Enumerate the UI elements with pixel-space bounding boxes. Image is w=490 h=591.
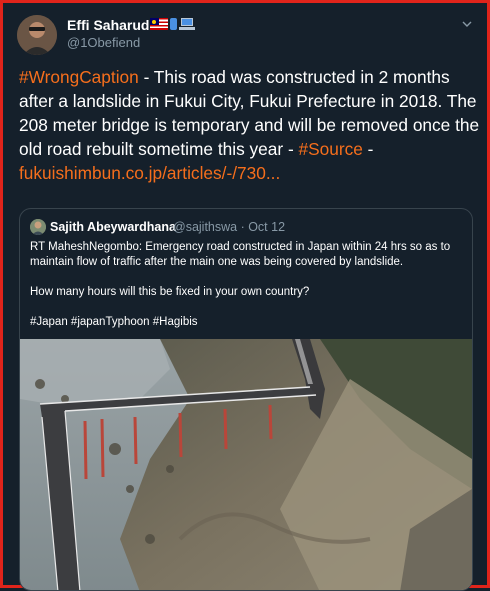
quoted-line-2: How many hours will this be fixed in you…: [30, 286, 310, 298]
author-handle[interactable]: @1Obefiend: [67, 35, 140, 51]
author-name[interactable]: Effi Saharudin: [67, 17, 162, 33]
landslide-road-photo[interactable]: [20, 339, 472, 591]
author-avatar[interactable]: [17, 15, 57, 55]
laptop-icon: [179, 18, 195, 30]
hashtag-source[interactable]: #Source: [299, 139, 363, 159]
mobile-phone-icon: [170, 18, 177, 30]
hashtag-wrongcaption[interactable]: #WrongCaption: [19, 67, 139, 87]
quoted-tweet[interactable]: Sajith Abeywardhana @sajithswa · Oct 12 …: [19, 208, 473, 591]
tweet-separator: -: [362, 139, 374, 159]
quoted-line-1: RT MaheshNegombo: Emergency road constru…: [30, 241, 451, 268]
tweet-text: #WrongCaption - This road was constructe…: [19, 65, 481, 185]
source-link[interactable]: fukuishimbun.co.jp/articles/-/730...: [19, 163, 280, 183]
quoted-author-avatar: [30, 219, 46, 235]
profile-emojis: [150, 17, 195, 31]
tweet-card: Effi Saharudin @1Obefiend #WrongCaption …: [0, 0, 490, 591]
quoted-line-3: #Japan #japanTyphoon #Hagibis: [30, 316, 198, 328]
malaysia-flag-icon: [150, 18, 168, 30]
avatar-photo: [17, 15, 57, 55]
quoted-avatar-photo: [30, 219, 46, 235]
chevron-down-icon[interactable]: [462, 19, 472, 29]
quoted-author-name: Sajith Abeywardhana: [50, 220, 176, 234]
quoted-handle-date: @sajithswa · Oct 12: [173, 220, 286, 234]
quoted-tweet-text: RT MaheshNegombo: Emergency road constru…: [30, 240, 464, 345]
